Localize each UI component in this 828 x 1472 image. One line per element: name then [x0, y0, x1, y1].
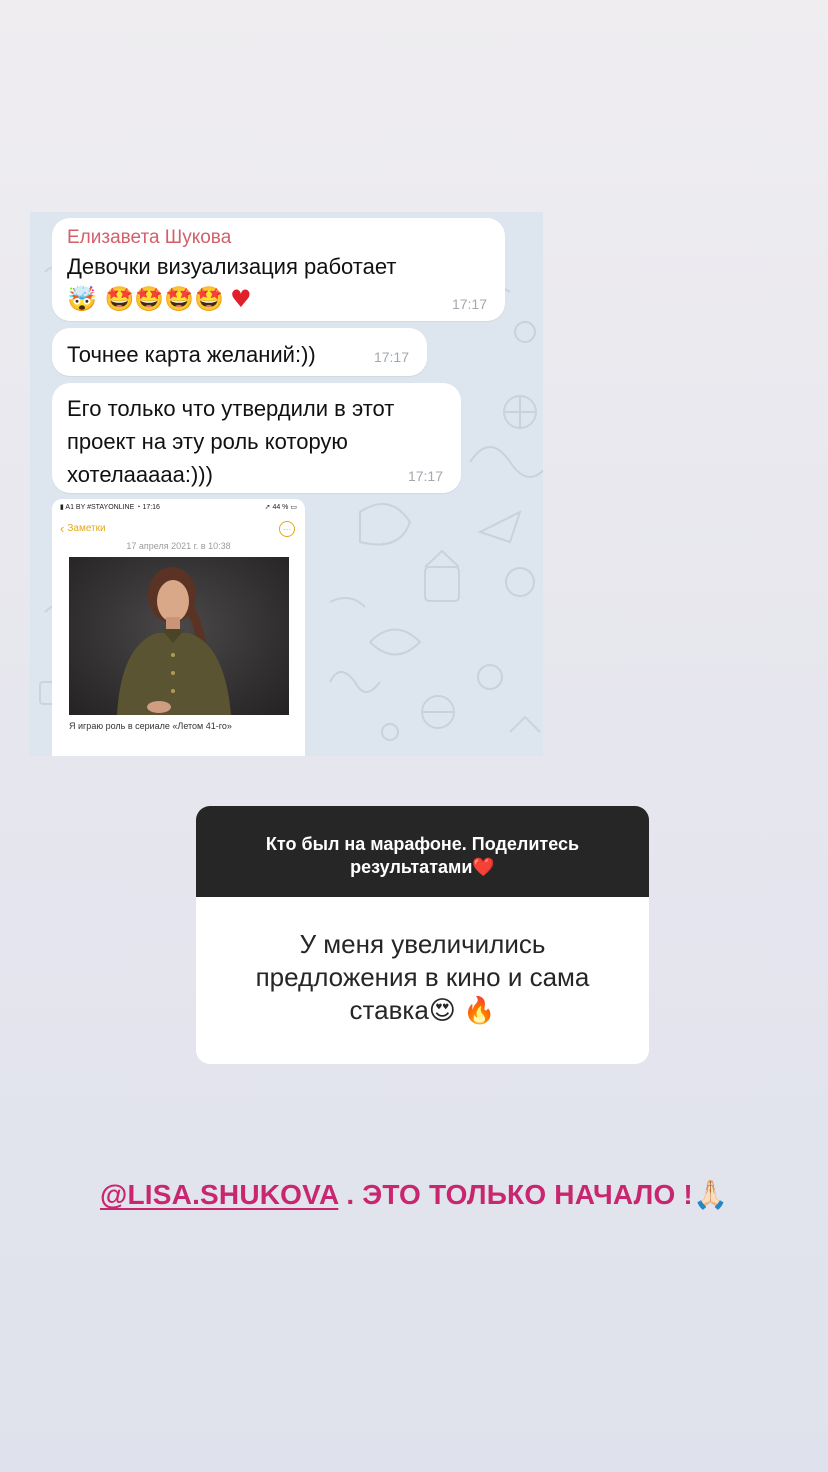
message-time: 17:17: [451, 296, 487, 312]
wifi-icon: ◔: [136, 504, 141, 511]
chat-message: Его только что утвердили в этот проект н…: [52, 383, 461, 493]
signal-icon: ▮: [60, 504, 64, 511]
note-date: 17 апреля 2021 г. в 10:38: [126, 541, 231, 551]
phone-nav-bar: ‹ Заметки …: [52, 514, 305, 538]
chat-message: Елизавета Шукова Девочки визуализация ра…: [52, 218, 505, 321]
message-time: 17:17: [407, 468, 443, 484]
question-sticker: Кто был на марафоне. Поделитесь результа…: [196, 806, 649, 1064]
message-emoji-line: 🤯 🤩🤩🤩🤩 ♥: [67, 283, 489, 316]
status-battery: ➚ 44 % ▭: [264, 504, 297, 511]
emoji-row: 🤯 🤩🤩🤩🤩: [67, 285, 225, 313]
note-caption: Я играю роль в сериале «Летом 41-го»: [69, 721, 232, 731]
heart-icon: ♥: [230, 285, 252, 313]
sender-name: Елизавета Шукова: [67, 227, 232, 248]
battery-icon: ▭: [290, 504, 297, 511]
chevron-left-icon: ‹: [60, 520, 65, 536]
message-text-line: проект на эту роль которую: [67, 429, 348, 454]
message-text: Точнее карта желаний:)): [67, 342, 316, 367]
notes-back-button: ‹ Заметки: [60, 520, 106, 536]
more-icon: …: [279, 520, 295, 537]
status-carrier: ▮ A1 BY #STAYONLINE ◔ 17:16: [60, 504, 160, 511]
phone-status-bar: ▮ A1 BY #STAYONLINE ◔ 17:16 ➚ 44 % ▭: [52, 500, 305, 514]
location-icon: ➚: [264, 504, 271, 511]
question-prompt: Кто был на марафоне. Поделитесь результа…: [196, 806, 649, 897]
user-mention-link[interactable]: @LISA.SHUKOVA: [100, 1179, 338, 1210]
caption-text: . ЭТО ТОЛЬКО НАЧАЛО !🙏🏻: [338, 1179, 729, 1210]
embedded-phone-screenshot: ▮ A1 BY #STAYONLINE ◔ 17:16 ➚ 44 % ▭ ‹ З…: [52, 499, 305, 756]
message-time: 17:17: [373, 349, 409, 365]
message-text-line: Его только что утвердили в этот: [67, 396, 395, 421]
portrait-illustration: [117, 567, 231, 715]
question-answer: У меня увеличились предложения в кино и …: [255, 929, 590, 1025]
chat-message: Точнее карта желаний:)) 17:17: [52, 328, 427, 376]
chat-screenshot: Елизавета Шукова Девочки визуализация ра…: [30, 212, 543, 756]
message-text: Девочки визуализация работает: [67, 254, 397, 279]
note-photo: [69, 557, 289, 715]
story-caption: @LISA.SHUKOVA . ЭТО ТОЛЬКО НАЧАЛО !🙏🏻: [0, 1178, 828, 1211]
message-text-line: хотелааааа:))): [67, 462, 213, 487]
